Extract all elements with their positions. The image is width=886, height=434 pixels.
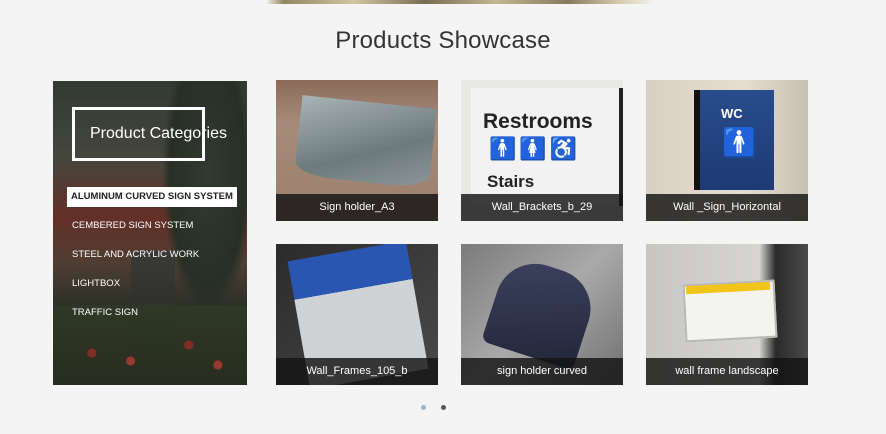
product-caption: Wall _Sign_Horizontal (646, 194, 808, 221)
product-caption: Wall_Frames_105_b (276, 358, 438, 385)
category-item-aluminum-curved[interactable]: ALUMINUM CURVED SIGN SYSTEM (67, 187, 237, 207)
carousel-pager (0, 405, 886, 411)
image-text-stairs: Stairs (487, 172, 535, 191)
page-title: Products Showcase (335, 27, 551, 54)
person-icon: 🚹 (722, 127, 757, 158)
category-item-cembered[interactable]: CEMBERED SIGN SYSTEM (67, 216, 237, 236)
product-card-wall-brackets[interactable]: Restrooms 🚹🚺♿ Stairs Wall_Brackets_b_29 (461, 80, 623, 221)
category-heading: Product Categories (90, 125, 227, 142)
product-caption: wall frame landscape (646, 358, 808, 385)
category-item-traffic-sign[interactable]: TRAFFIC SIGN (67, 303, 237, 323)
header-image-strip (0, 0, 886, 4)
product-card-sign-holder-a3[interactable]: Sign holder_A3 (276, 80, 438, 221)
category-list: ALUMINUM CURVED SIGN SYSTEM CEMBERED SIG… (67, 187, 237, 332)
category-item-lightbox[interactable]: LIGHTBOX (67, 274, 237, 294)
product-caption: Sign holder_A3 (276, 194, 438, 221)
product-card-wall-sign-horizontal[interactable]: WC 🚹 Wall _Sign_Horizontal (646, 80, 808, 221)
product-card-wall-frame-landscape[interactable]: wall frame landscape (646, 244, 808, 385)
image-text-wc: WC (721, 106, 743, 121)
pager-dot-2[interactable] (441, 405, 446, 410)
product-card-wall-frames[interactable]: Wall_Frames_105_b (276, 244, 438, 385)
category-sidebar: Product Categories ALUMINUM CURVED SIGN … (53, 81, 247, 385)
restroom-pictogram-icon: 🚹🚺♿ (489, 136, 581, 161)
product-caption: sign holder curved (461, 358, 623, 385)
category-item-steel-acrylic[interactable]: STEEL AND ACRYLIC WORK (67, 245, 237, 265)
product-caption: Wall_Brackets_b_29 (461, 194, 623, 221)
image-text-restrooms: Restrooms (483, 110, 593, 133)
pager-dot-1[interactable] (421, 405, 426, 410)
product-card-sign-holder-curved[interactable]: sign holder curved (461, 244, 623, 385)
